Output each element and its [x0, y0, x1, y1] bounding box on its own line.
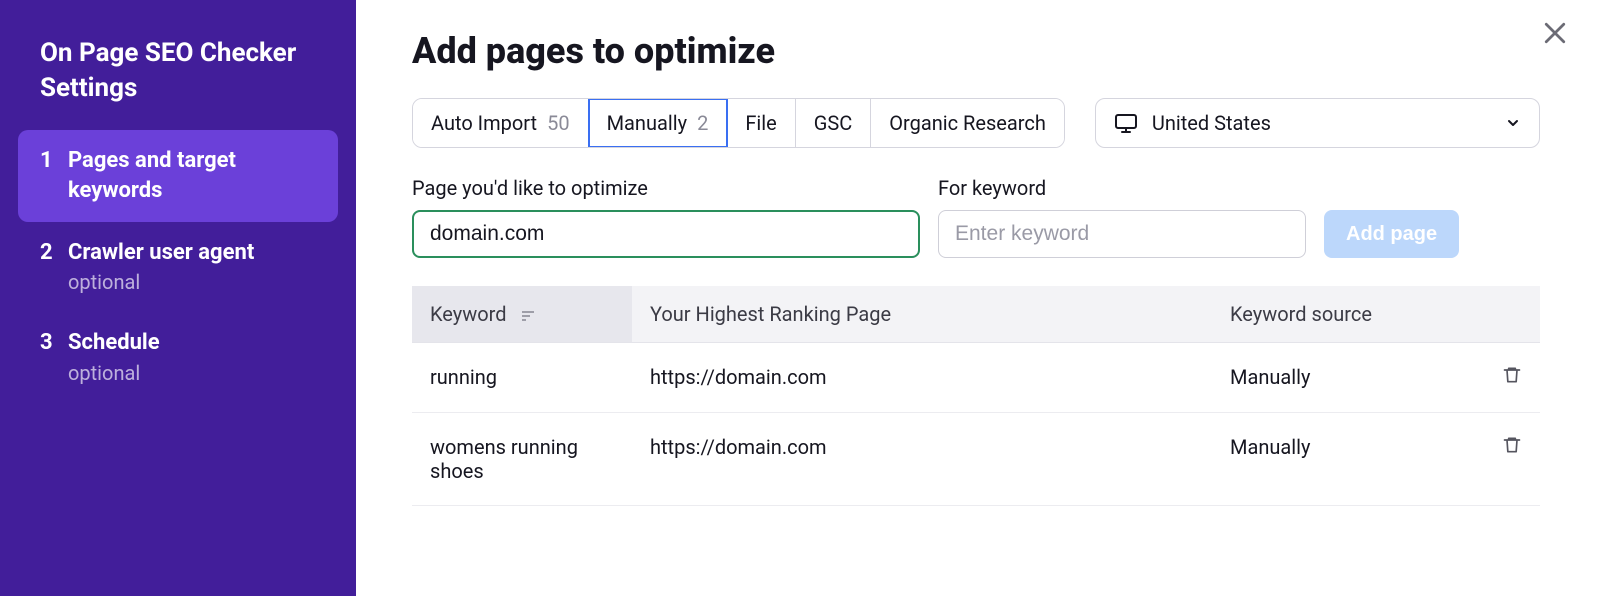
trash-icon	[1502, 365, 1522, 390]
step-number: 1	[40, 146, 54, 176]
th-source-label: Keyword source	[1230, 302, 1372, 326]
delete-row-button[interactable]	[1502, 365, 1522, 390]
th-actions	[1480, 286, 1540, 343]
table-row: womens running shoes https://domain.com …	[412, 413, 1540, 506]
cell-page: https://domain.com	[632, 343, 1212, 413]
tab-label: GSC	[814, 111, 853, 135]
keyword-field: For keyword	[938, 176, 1306, 258]
tab-count: 50	[547, 111, 569, 135]
sidebar-steps: 1 Pages and target keywords 2 Crawler us…	[18, 130, 338, 403]
cell-page: https://domain.com	[632, 413, 1212, 506]
add-page-button[interactable]: Add page	[1324, 210, 1459, 258]
th-page-label: Your Highest Ranking Page	[650, 302, 891, 326]
cell-source: Manually	[1212, 343, 1480, 413]
step-label: Schedule	[68, 330, 160, 355]
page-input[interactable]	[412, 210, 920, 258]
tab-gsc[interactable]: GSC	[796, 99, 872, 147]
chevron-down-icon	[1505, 115, 1521, 131]
tab-file[interactable]: File	[727, 99, 795, 147]
sidebar: On Page SEO Checker Settings 1 Pages and…	[0, 0, 356, 596]
tab-count: 2	[697, 111, 708, 135]
close-icon	[1540, 18, 1570, 48]
step-label: Pages and target keywords	[68, 148, 236, 203]
page-title: Add pages to optimize	[412, 30, 1540, 72]
page-field: Page you'd like to optimize	[412, 176, 920, 258]
source-tabs: Auto Import 50 Manually 2 File GSC Organ…	[412, 98, 1065, 148]
main-panel: Add pages to optimize Auto Import 50 Man…	[356, 0, 1600, 596]
step-pages-keywords[interactable]: 1 Pages and target keywords	[18, 130, 338, 221]
step-subtitle: optional	[68, 360, 160, 387]
trash-icon	[1502, 435, 1522, 460]
th-keyword[interactable]: Keyword	[412, 286, 632, 343]
tab-label: Organic Research	[889, 111, 1046, 135]
tab-label: File	[745, 111, 776, 135]
tab-label: Auto Import	[431, 111, 537, 135]
delete-row-button[interactable]	[1502, 435, 1522, 460]
page-field-label: Page you'd like to optimize	[412, 176, 920, 200]
cell-keyword: womens running shoes	[412, 413, 632, 506]
sort-icon	[520, 308, 536, 324]
input-row: Page you'd like to optimize For keyword …	[412, 176, 1540, 258]
step-schedule[interactable]: 3 Schedule optional	[18, 312, 338, 403]
close-button[interactable]	[1540, 18, 1570, 52]
step-subtitle: optional	[68, 269, 254, 296]
th-page[interactable]: Your Highest Ranking Page	[632, 286, 1212, 343]
step-number: 2	[40, 238, 54, 268]
keywords-table: Keyword Your Highest Ranking Page Keywor…	[412, 286, 1540, 506]
tab-organic-research[interactable]: Organic Research	[871, 99, 1064, 147]
cell-source: Manually	[1212, 413, 1480, 506]
tab-manually[interactable]: Manually 2	[589, 99, 728, 147]
th-keyword-label: Keyword	[430, 302, 507, 326]
step-number: 3	[40, 328, 54, 358]
keyword-input[interactable]	[938, 210, 1306, 258]
sidebar-title: On Page SEO Checker Settings	[40, 36, 338, 106]
cell-keyword: running	[412, 343, 632, 413]
keyword-field-label: For keyword	[938, 176, 1306, 200]
step-label: Crawler user agent	[68, 240, 254, 265]
country-label: United States	[1152, 111, 1271, 135]
tab-label: Manually	[607, 111, 687, 135]
table-row: running https://domain.com Manually	[412, 343, 1540, 413]
tab-auto-import[interactable]: Auto Import 50	[413, 99, 589, 147]
country-select[interactable]: United States	[1095, 98, 1540, 148]
topbar: Auto Import 50 Manually 2 File GSC Organ…	[412, 98, 1540, 148]
step-crawler-agent[interactable]: 2 Crawler user agent optional	[18, 222, 338, 313]
desktop-icon	[1114, 111, 1138, 135]
th-source[interactable]: Keyword source	[1212, 286, 1480, 343]
